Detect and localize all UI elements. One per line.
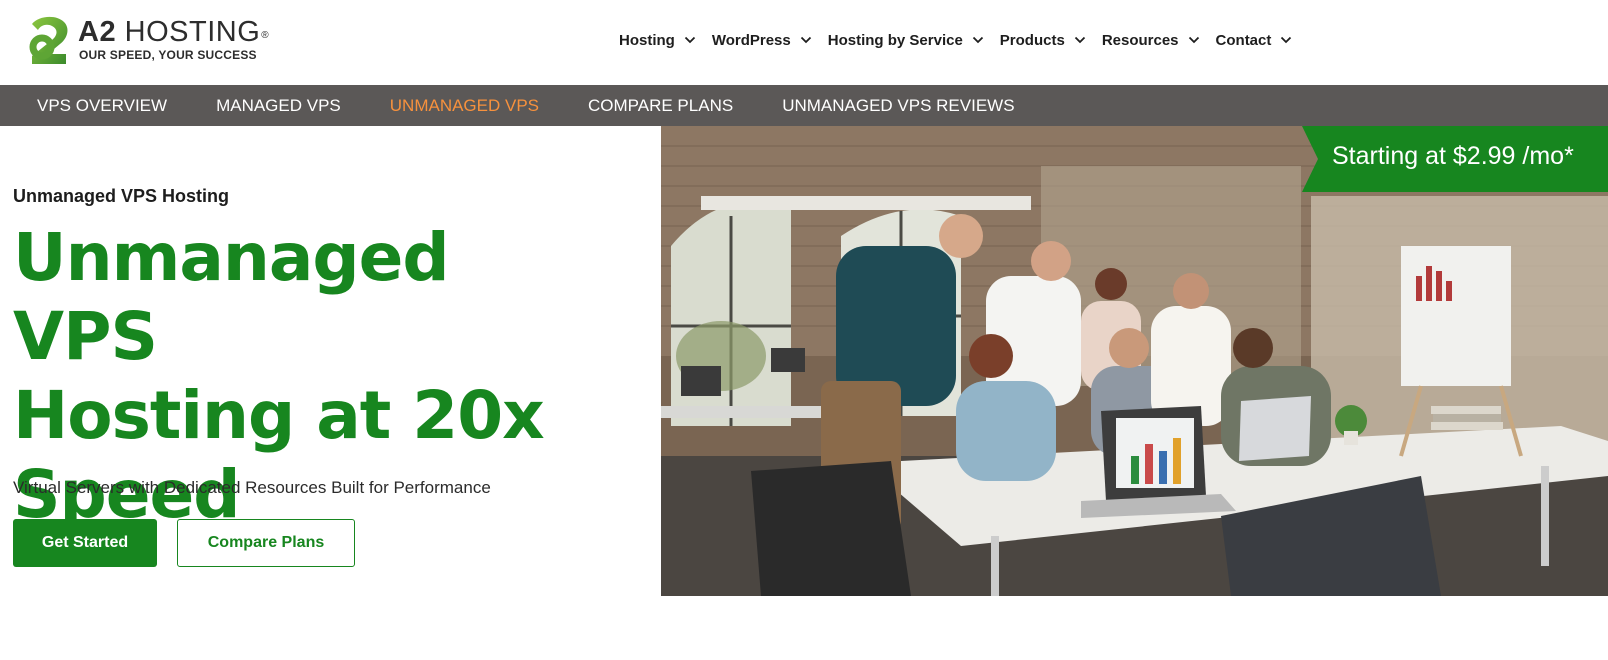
chevron-down-icon (800, 36, 811, 44)
nav-item-resources[interactable]: Resources (1102, 32, 1200, 49)
sub-nav-managed-vps[interactable]: MANAGED VPS (216, 96, 341, 116)
hero-content: Unmanaged VPS Hosting Unmanaged VPS Host… (13, 126, 643, 596)
nav-item-hosting-by-service[interactable]: Hosting by Service (828, 32, 984, 49)
hero-title-line: Hosting at 20x (13, 377, 545, 454)
nav-item-label: Hosting by Service (827, 31, 963, 49)
chevron-down-icon (972, 36, 983, 44)
sub-nav-unmanaged-vps-reviews[interactable]: UNMANAGED VPS REVIEWS (782, 96, 1014, 116)
vps-sub-nav: VPS OVERVIEW MANAGED VPS UNMANAGED VPS C… (0, 85, 1608, 126)
get-started-button[interactable]: Get Started (13, 519, 157, 567)
a2-logo-mark-icon (29, 16, 68, 64)
chevron-down-icon (1188, 36, 1199, 44)
sub-nav-unmanaged-vps[interactable]: UNMANAGED VPS (390, 96, 539, 116)
chevron-down-icon (1281, 36, 1292, 44)
hero-subtitle: Virtual Servers with Dedicated Resources… (13, 478, 491, 497)
compare-plans-button[interactable]: Compare Plans (177, 519, 355, 567)
a2-hosting-logo[interactable]: A2 HOSTING® OUR SPEED, YOUR SUCCESS (26, 14, 269, 68)
nav-item-hosting[interactable]: Hosting (619, 32, 696, 49)
nav-item-contact[interactable]: Contact (1216, 32, 1293, 49)
hero-title-line: Unmanaged VPS (13, 219, 450, 375)
nav-item-label: Products (999, 31, 1065, 49)
nav-item-wordpress[interactable]: WordPress (712, 32, 812, 49)
starting-price-label: Starting at $2.99 /mo* (1332, 142, 1574, 170)
brand-name-bold: A2 (78, 16, 117, 48)
hero-office-photo (661, 126, 1608, 596)
hero-eyebrow: Unmanaged VPS Hosting (13, 186, 230, 206)
chevron-down-icon (1074, 36, 1085, 44)
brand-tagline: OUR SPEED, YOUR SUCCESS (79, 48, 257, 62)
nav-item-label: Hosting (619, 31, 675, 49)
registered-mark: ® (261, 30, 270, 41)
nav-item-label: Resources (1101, 31, 1179, 49)
chevron-down-icon (684, 36, 695, 44)
site-header: A2 HOSTING® OUR SPEED, YOUR SUCCESS Host… (0, 0, 1608, 85)
brand-name: A2 HOSTING® (78, 16, 269, 49)
nav-item-products[interactable]: Products (1000, 32, 1086, 49)
sub-nav-compare-plans[interactable]: COMPARE PLANS (588, 96, 733, 116)
nav-item-label: WordPress (711, 31, 791, 49)
nav-item-label: Contact (1215, 31, 1272, 49)
brand-name-thin: HOSTING (124, 16, 261, 48)
main-nav: Hosting WordPress Hosting by Service Pro… (619, 28, 1308, 52)
price-badge: Starting at $2.99 /mo* (1302, 126, 1608, 192)
sub-nav-vps-overview[interactable]: VPS OVERVIEW (37, 96, 167, 116)
